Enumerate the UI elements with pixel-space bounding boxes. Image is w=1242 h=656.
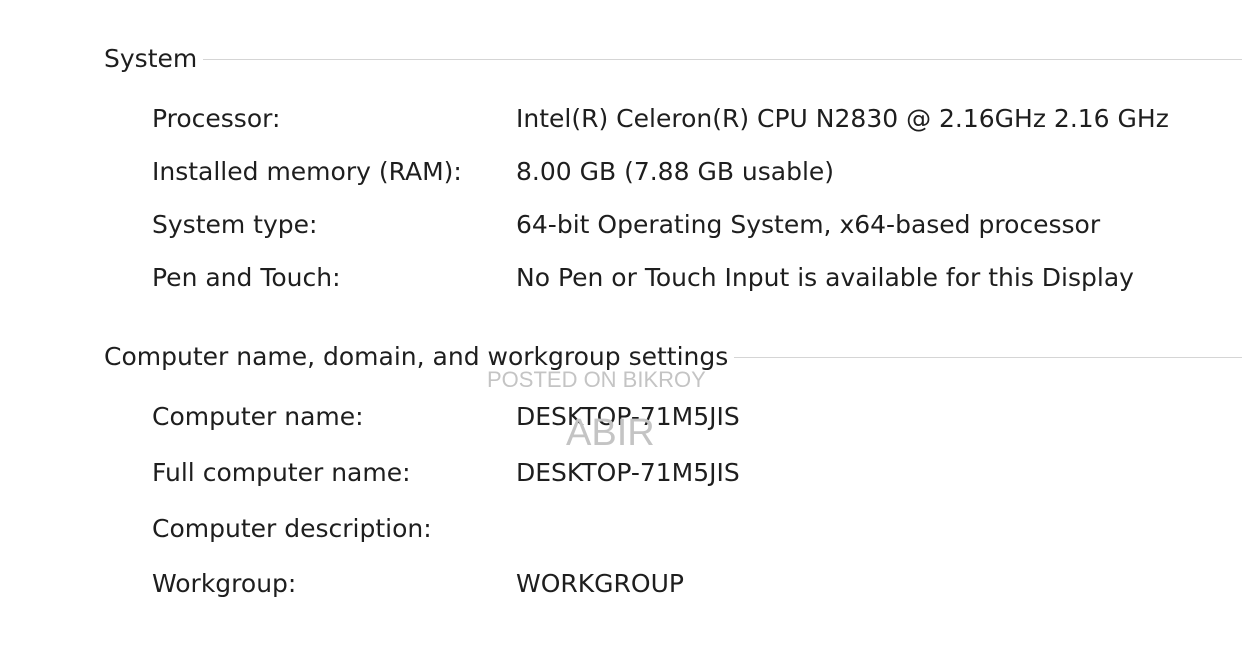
full-computer-name-value: DESKTOP-71M5JIS	[516, 458, 740, 487]
section-divider	[104, 59, 1242, 60]
computer-description-row: Computer description:	[0, 509, 1242, 549]
installed-memory-value: 8.00 GB (7.88 GB usable)	[516, 157, 835, 186]
computer-name-value: DESKTOP-71M5JIS	[516, 402, 740, 431]
system-type-row: System type: 64-bit Operating System, x6…	[0, 205, 1242, 245]
system-section-title: System	[104, 39, 204, 79]
full-computer-name-label: Full computer name:	[152, 458, 411, 487]
computer-name-row: Computer name: DESKTOP-71M5JIS	[0, 397, 1242, 437]
processor-value: Intel(R) Celeron(R) CPU N2830 @ 2.16GHz …	[516, 104, 1169, 133]
pen-touch-label: Pen and Touch:	[152, 263, 341, 292]
computer-name-section-header: Computer name, domain, and workgroup set…	[104, 337, 1242, 377]
pen-touch-row: Pen and Touch: No Pen or Touch Input is …	[0, 258, 1242, 298]
workgroup-row: Workgroup: WORKGROUP	[0, 564, 1242, 604]
system-section-header: System	[104, 39, 1242, 79]
installed-memory-row: Installed memory (RAM): 8.00 GB (7.88 GB…	[0, 152, 1242, 192]
computer-name-section-title: Computer name, domain, and workgroup set…	[104, 337, 735, 377]
processor-label: Processor:	[152, 104, 281, 133]
system-type-value: 64-bit Operating System, x64-based proce…	[516, 210, 1101, 239]
pen-touch-value: No Pen or Touch Input is available for t…	[516, 263, 1134, 292]
installed-memory-label: Installed memory (RAM):	[152, 157, 462, 186]
workgroup-label: Workgroup:	[152, 569, 297, 598]
system-type-label: System type:	[152, 210, 318, 239]
processor-row: Processor: Intel(R) Celeron(R) CPU N2830…	[0, 99, 1242, 139]
full-computer-name-row: Full computer name: DESKTOP-71M5JIS	[0, 453, 1242, 493]
workgroup-value: WORKGROUP	[516, 569, 684, 598]
computer-description-label: Computer description:	[152, 514, 432, 543]
computer-name-label: Computer name:	[152, 402, 364, 431]
